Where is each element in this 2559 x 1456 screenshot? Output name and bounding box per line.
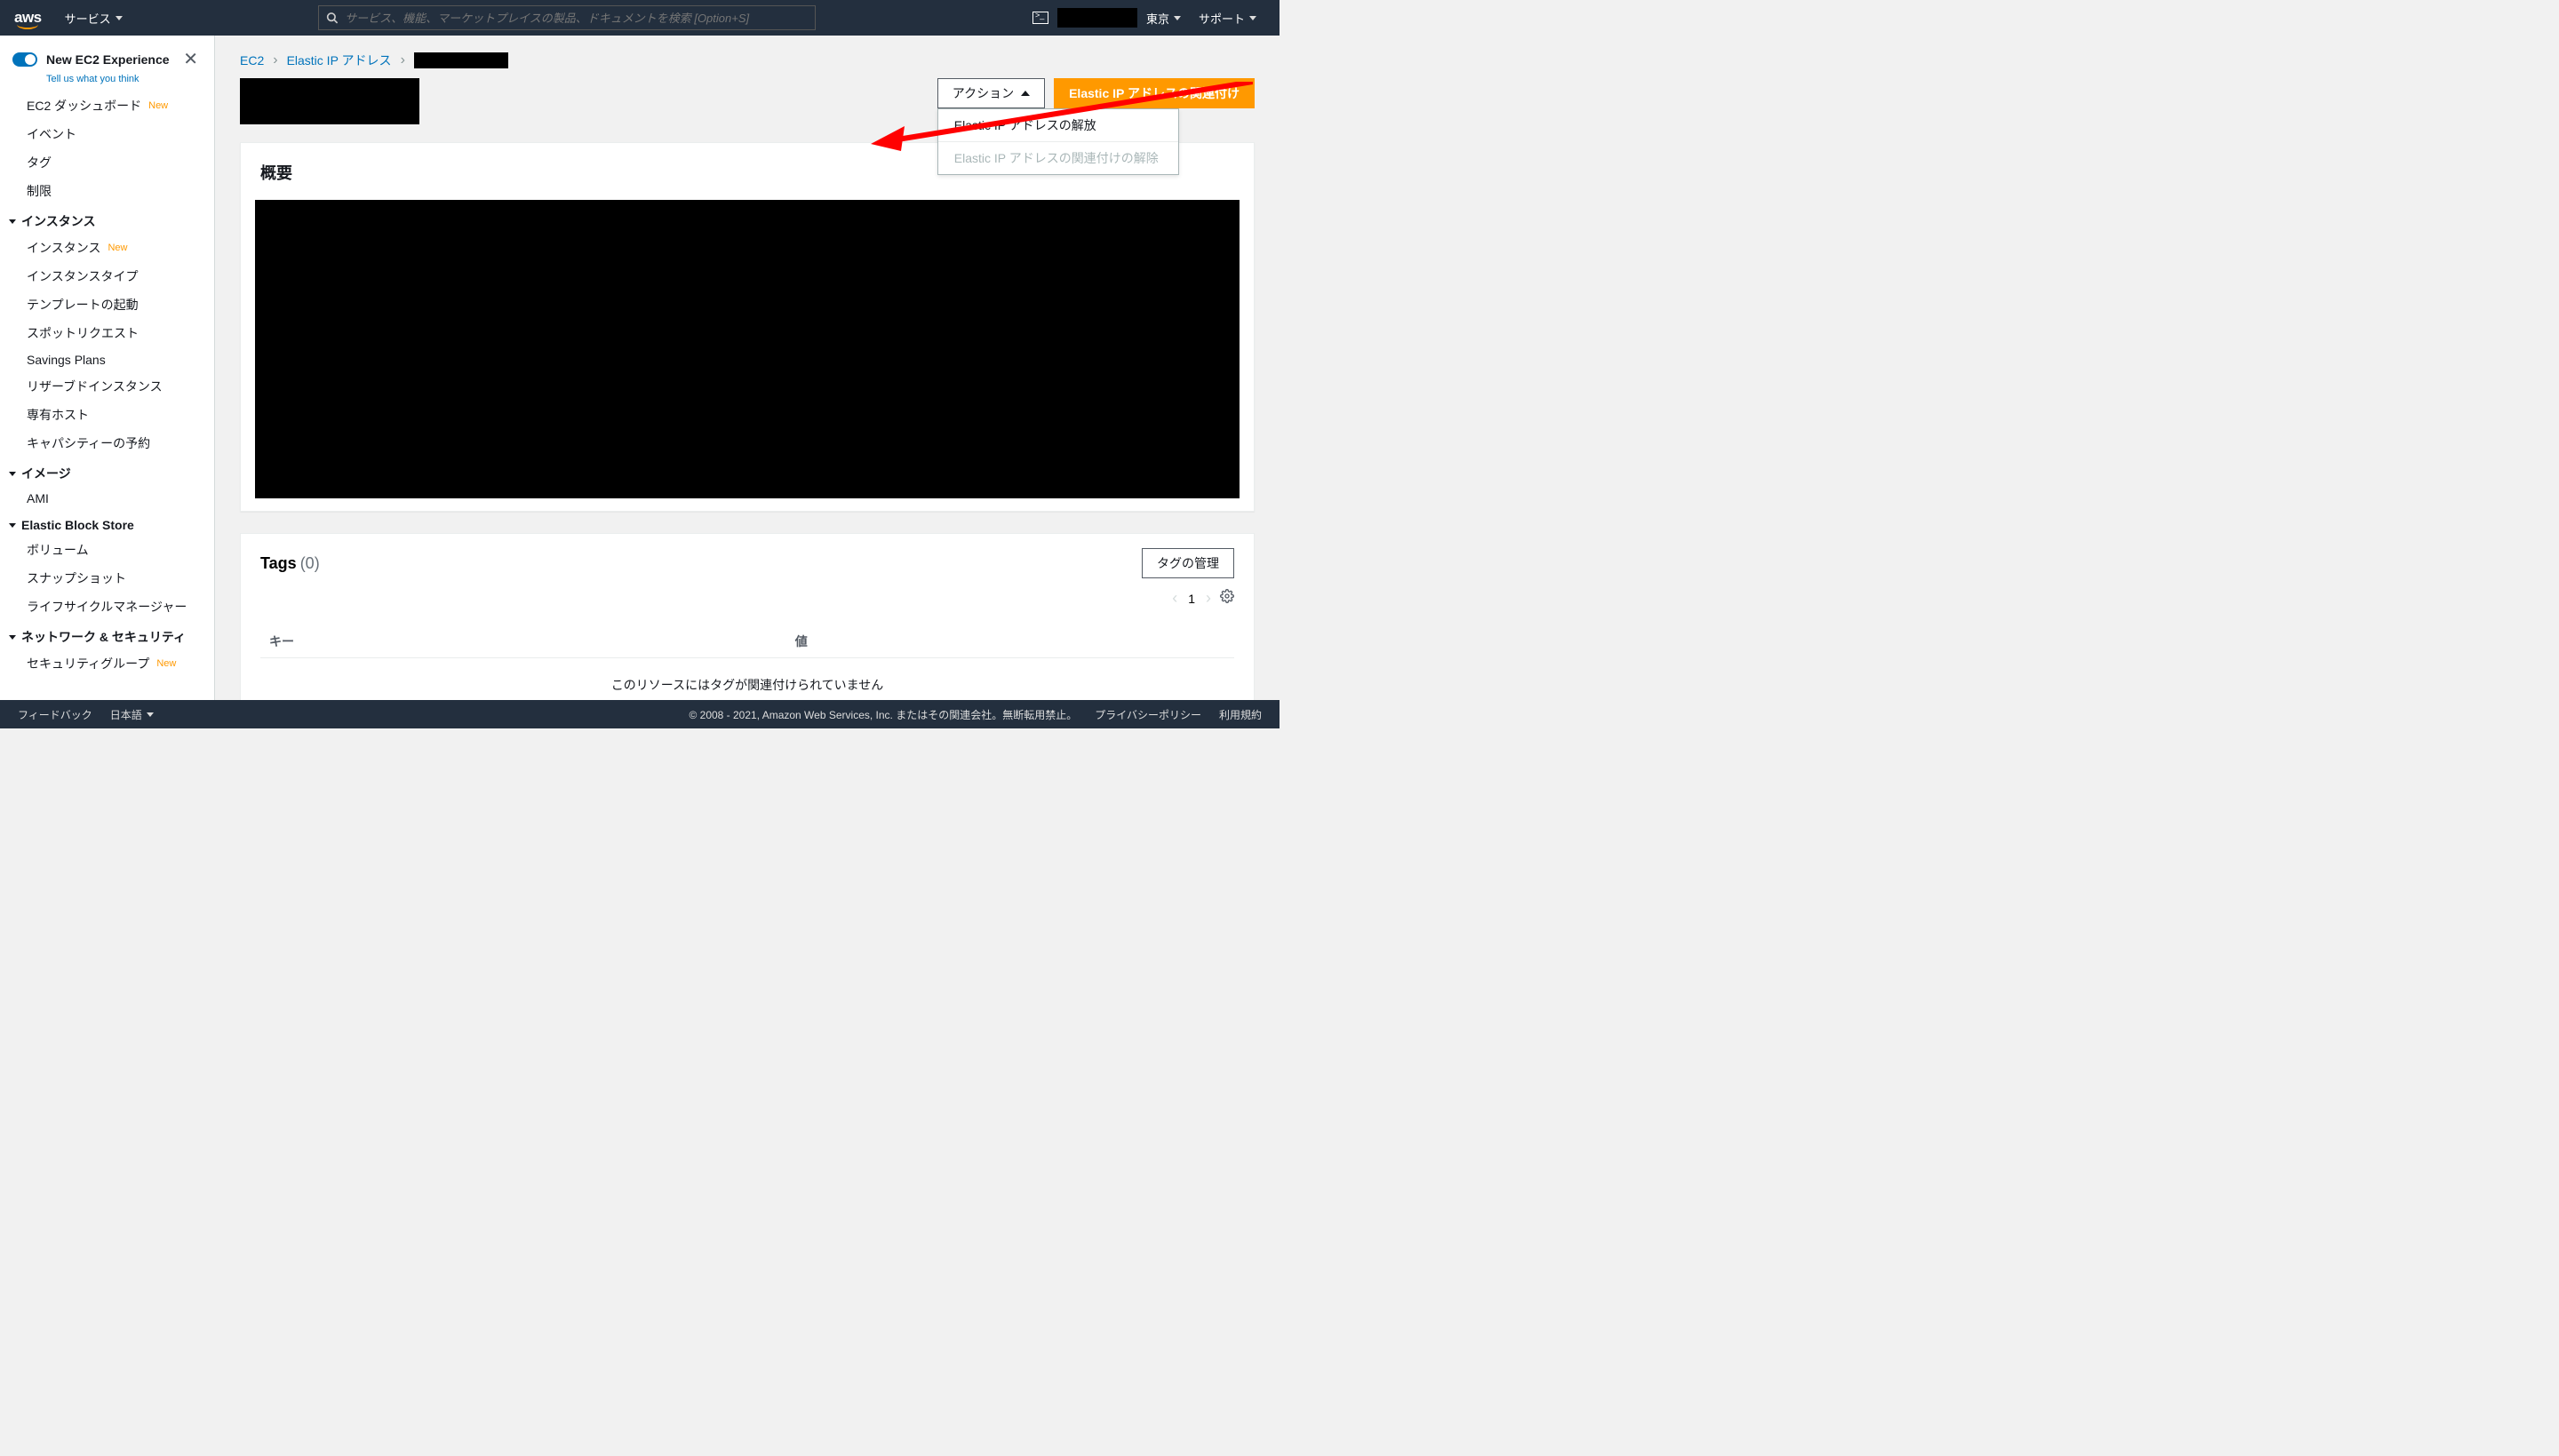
actions-dropdown-button[interactable]: アクション [937,78,1045,108]
tell-us-link[interactable]: Tell us what you think [46,74,214,84]
sidebar-item-1-0[interactable]: AMI [0,486,214,511]
services-menu[interactable]: サービス [56,10,132,27]
page-header-actions: アクション Elastic IP アドレスの解放 Elastic IP アドレス… [937,78,1255,108]
sidebar-item-0-0[interactable]: インスタンス New [0,234,214,262]
action-disassociate-eip: Elastic IP アドレスの関連付けの解除 [938,142,1178,174]
sidebar-item-3-0[interactable]: セキュリティグループ New [0,649,214,678]
new-badge: New [155,658,178,669]
tags-title: Tags [260,554,297,573]
top-nav: aws サービス 東京 サポート [0,0,1280,36]
cloudshell-icon [1032,12,1048,24]
caret-down-icon [9,219,16,224]
language-selector[interactable]: 日本語 [110,707,154,722]
ec2-sidebar: New EC2 Experience ✕ Tell us what you th… [0,36,215,700]
sidebar-section-2[interactable]: Elastic Block Store [0,511,214,536]
sidebar-close-button[interactable]: ✕ [179,44,202,74]
caret-down-icon [147,712,154,717]
actions-label: アクション [953,84,1014,102]
terms-link[interactable]: 利用規約 [1219,707,1262,722]
new-badge: New [147,100,170,111]
next-page-button[interactable]: › [1206,589,1211,608]
settings-button[interactable] [1220,589,1234,608]
main-content: EC2 › Elastic IP アドレス › アクション Elastic IP… [215,36,1280,700]
manage-tags-button[interactable]: タグの管理 [1142,548,1234,578]
sidebar-item-0-7[interactable]: キャパシティーの予約 [0,429,214,457]
caret-down-icon [1249,16,1256,20]
sidebar-item-2-2[interactable]: ライフサイクルマネージャー [0,593,214,621]
tags-col-value: 値 [795,633,1225,650]
breadcrumb-ec2[interactable]: EC2 [240,53,264,68]
sidebar-item-0-2[interactable]: テンプレートの起動 [0,290,214,319]
chevron-right-icon: › [401,52,405,68]
caret-down-icon [1174,16,1181,20]
sidebar-item-0-4[interactable]: Savings Plans [0,347,214,372]
sidebar-item-2-1[interactable]: スナップショット [0,564,214,593]
summary-content-redacted [255,200,1240,498]
sidebar-item-3[interactable]: 制限 [0,177,214,205]
caret-down-icon [9,635,16,640]
page-number: 1 [1188,592,1195,606]
region-selector[interactable]: 東京 [1137,10,1190,27]
sidebar-item-0-3[interactable]: スポットリクエスト [0,319,214,347]
global-search[interactable] [318,5,816,30]
aws-logo[interactable]: aws [14,7,38,29]
region-label: 東京 [1146,10,1169,27]
sidebar-item-2[interactable]: タグ [0,148,214,177]
caret-down-icon [116,16,123,20]
sidebar-item-1[interactable]: イベント [0,120,214,148]
chevron-right-icon: › [273,52,277,68]
prev-page-button[interactable]: ‹ [1172,589,1177,608]
sidebar-item-0-1[interactable]: インスタンスタイプ [0,262,214,290]
new-experience-toggle[interactable] [12,52,37,67]
page-header: アクション Elastic IP アドレスの解放 Elastic IP アドレス… [240,78,1255,124]
tags-empty-message: このリソースにはタグが関連付けられていません [260,658,1234,700]
privacy-link[interactable]: プライバシーポリシー [1095,707,1201,722]
summary-panel: 概要 [240,142,1255,512]
cloudshell-button[interactable] [1024,12,1057,24]
caret-up-icon [1021,91,1030,96]
sidebar-section-3[interactable]: ネットワーク & セキュリティ [0,621,214,649]
sidebar-item-0-6[interactable]: 専有ホスト [0,401,214,429]
gear-icon [1220,589,1234,603]
support-menu[interactable]: サポート [1190,10,1265,27]
tags-col-key: キー [269,633,795,650]
breadcrumb: EC2 › Elastic IP アドレス › [240,52,1255,69]
sidebar-section-0[interactable]: インスタンス [0,205,214,234]
services-label: サービス [65,10,111,27]
associate-eip-button[interactable]: Elastic IP アドレスの関連付け [1054,78,1255,108]
page-title-redacted [240,78,419,124]
sidebar-item-2-0[interactable]: ボリューム [0,536,214,564]
breadcrumb-eip[interactable]: Elastic IP アドレス [287,52,392,69]
tags-count: (0) [300,554,320,573]
sidebar-item-0-5[interactable]: リザーブドインスタンス [0,372,214,401]
sidebar-header: New EC2 Experience ✕ [0,36,214,76]
sidebar-item-0[interactable]: EC2 ダッシュボード New [0,91,214,120]
caret-down-icon [9,523,16,528]
search-icon [326,12,338,24]
search-input[interactable] [345,12,808,25]
sidebar-section-1[interactable]: イメージ [0,457,214,486]
tags-table-header: キー 値 [260,625,1234,658]
support-label: サポート [1199,10,1245,27]
tags-header: Tags (0) タグの管理 [260,548,1234,578]
tags-panel: Tags (0) タグの管理 ‹ 1 › キー 値 [240,533,1255,700]
new-experience-label: New EC2 Experience [46,52,170,67]
actions-dropdown-menu: Elastic IP アドレスの解放 Elastic IP アドレスの関連付けの… [937,108,1179,175]
new-badge: New [106,243,129,253]
tags-table: キー 値 このリソースにはタグが関連付けられていません [260,625,1234,700]
breadcrumb-current-redacted [414,52,508,68]
action-release-eip[interactable]: Elastic IP アドレスの解放 [938,109,1178,142]
footer: フィードバック 日本語 © 2008 - 2021, Amazon Web Se… [0,700,1280,728]
copyright: © 2008 - 2021, Amazon Web Services, Inc.… [689,707,1077,722]
tags-pagination: ‹ 1 › [1172,589,1211,608]
feedback-link[interactable]: フィードバック [18,707,92,722]
associate-label: Elastic IP アドレスの関連付け [1069,84,1240,102]
caret-down-icon [9,472,16,476]
account-redacted[interactable] [1057,8,1137,28]
